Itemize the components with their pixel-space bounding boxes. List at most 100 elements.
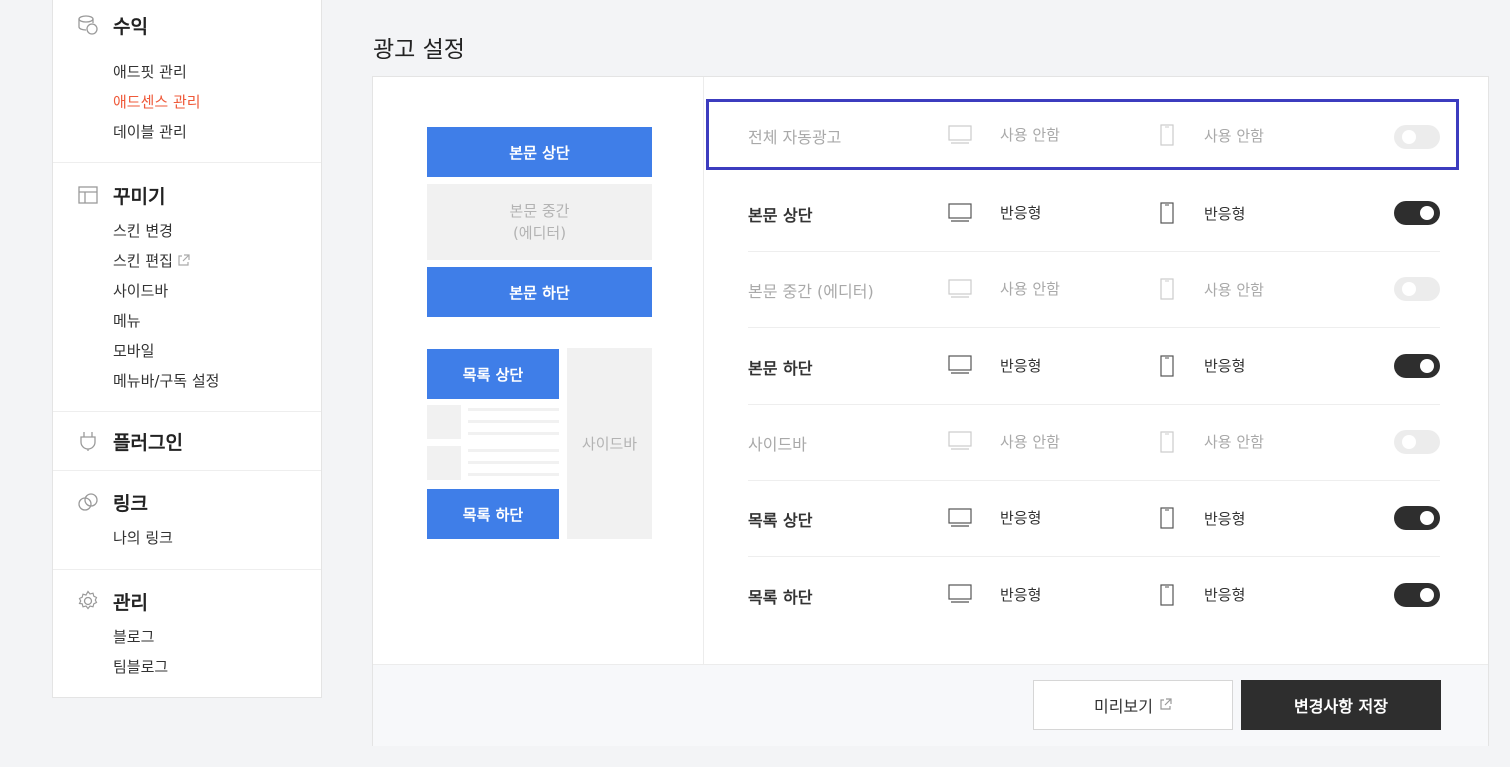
page-title: 광고 설정: [373, 37, 465, 63]
mobile-setting[interactable]: 반응형: [1160, 354, 1246, 377]
mobile-setting-label: 사용 안함: [1204, 433, 1264, 452]
enable-toggle[interactable]: [1394, 582, 1440, 607]
menu-mobile[interactable]: 모바일: [113, 340, 154, 361]
preview-body-bottom: 본문 하단: [427, 267, 652, 317]
section-revenue: 수익 애드핏 관리 애드센스 관리 데이블 관리: [53, 0, 321, 162]
preview-line: [468, 432, 559, 435]
mobile-setting[interactable]: 반응형: [1160, 583, 1246, 606]
pc-setting-label: 반응형: [1000, 204, 1042, 222]
section-title: 수익: [113, 15, 148, 38]
phone-icon: [1160, 507, 1188, 529]
phone-icon: [1160, 354, 1188, 377]
mobile-setting-label: 반응형: [1204, 586, 1246, 604]
pc-setting-label: 반응형: [1000, 356, 1042, 375]
menu-dable[interactable]: 데이블 관리: [113, 121, 187, 142]
preview-line: [468, 461, 559, 464]
save-button[interactable]: 변경사항 저장: [1241, 680, 1441, 730]
menu-sidebar[interactable]: 사이드바: [113, 280, 168, 301]
ad-slot-name: 목록 상단: [748, 511, 813, 531]
monitor-icon: [948, 508, 986, 528]
menu-skin-edit[interactable]: 스킨 편집: [113, 250, 190, 271]
toggle-knob: [1402, 434, 1416, 449]
pc-setting-label: 사용 안함: [1000, 126, 1060, 144]
enable-toggle[interactable]: [1394, 353, 1440, 378]
mobile-setting-label: 반응형: [1204, 204, 1246, 223]
ad-slot-name: 목록 하단: [748, 587, 813, 607]
section-header-revenue[interactable]: 수익: [77, 12, 148, 38]
section-customize: 꾸미기 스킨 변경 스킨 편집 사이드바 메뉴 모바일 메뉴바/구독 설정: [53, 162, 321, 411]
mobile-setting[interactable]: 사용 안함: [1160, 124, 1264, 146]
section-header-customize[interactable]: 꾸미기: [77, 182, 165, 208]
menu-menubar[interactable]: 메뉴바/구독 설정: [113, 370, 219, 391]
mobile-setting-label: 반응형: [1204, 357, 1246, 376]
pc-setting[interactable]: 반응형: [948, 355, 1041, 376]
ad-slot-row: 목록 상단 반응형 반응형: [748, 481, 1440, 558]
phone-icon: [1160, 124, 1188, 146]
ad-slot-row: 전체 자동광고 사용 안함 사용 안함: [748, 100, 1440, 170]
menu-adsense[interactable]: 애드센스 관리: [113, 91, 201, 112]
sidebar: 수익 애드핏 관리 애드센스 관리 데이블 관리 꾸미기 스킨 변경 스킨 편집…: [52, 0, 322, 698]
pc-setting[interactable]: 반응형: [948, 584, 1041, 605]
preview-thumbnail: [427, 446, 461, 480]
monitor-icon: [948, 202, 986, 223]
plug-icon: [77, 430, 99, 452]
preview-line: [468, 449, 559, 452]
phone-icon: [1160, 278, 1188, 300]
section-header-link[interactable]: 링크: [77, 489, 148, 515]
preview-list-bottom: 목록 하단: [427, 489, 559, 539]
section-manage: 관리 블로그 팀블로그: [53, 569, 321, 698]
menu-team-blog[interactable]: 팀블로그: [113, 656, 168, 677]
menu-skin-edit-label: 스킨 편집: [113, 252, 173, 270]
preview-line: [468, 420, 559, 423]
preview-list-top: 목록 상단: [427, 349, 559, 399]
toggle-knob: [1420, 206, 1434, 220]
toggle-knob: [1402, 130, 1416, 144]
mobile-setting-label: 사용 안함: [1204, 280, 1264, 299]
enable-toggle[interactable]: [1394, 429, 1440, 454]
preview-body-middle-line2: (에디터): [512, 224, 567, 242]
section-plugin: 플러그인: [53, 411, 321, 470]
menu-blog[interactable]: 블로그: [113, 626, 154, 647]
coins-icon: [77, 14, 99, 36]
pc-setting[interactable]: 사용 안함: [948, 431, 1060, 452]
enable-toggle[interactable]: [1394, 277, 1440, 302]
preview-body-middle-line1: 본문 중간: [509, 202, 570, 220]
preview-line: [468, 473, 559, 476]
pc-setting[interactable]: 사용 안함: [948, 278, 1060, 299]
mobile-setting[interactable]: 반응형: [1160, 507, 1245, 529]
mobile-setting[interactable]: 사용 안함: [1160, 278, 1264, 300]
pc-setting[interactable]: 반응형: [948, 202, 1041, 223]
menu-my-link[interactable]: 나의 링크: [113, 527, 173, 548]
enable-toggle[interactable]: [1394, 506, 1440, 531]
pc-setting[interactable]: 반응형: [948, 507, 1041, 528]
phone-icon: [1160, 202, 1188, 224]
toggle-knob: [1420, 358, 1434, 373]
preview-button[interactable]: 미리보기: [1033, 680, 1233, 730]
menu-adfit[interactable]: 애드핏 관리: [113, 61, 187, 82]
pc-setting[interactable]: 사용 안함: [948, 124, 1060, 145]
monitor-icon: [948, 355, 986, 375]
menu-skin-change[interactable]: 스킨 변경: [113, 220, 173, 241]
toggle-knob: [1420, 511, 1434, 526]
toggle-knob: [1402, 282, 1416, 297]
toggle-knob: [1420, 587, 1434, 602]
ad-slot-name: 본문 중간 (에디터): [748, 282, 874, 302]
external-link-icon: [177, 253, 190, 271]
mobile-setting-label: 사용 안함: [1204, 126, 1264, 145]
enable-toggle[interactable]: [1394, 125, 1440, 149]
enable-toggle[interactable]: [1394, 201, 1440, 225]
ad-slot-name: 사이드바: [748, 434, 807, 454]
link-icon: [77, 491, 99, 513]
section-header-manage[interactable]: 관리: [77, 588, 148, 614]
pc-setting-label: 사용 안함: [1000, 280, 1060, 299]
mobile-setting[interactable]: 반응형: [1160, 202, 1245, 224]
section-title: 플러그인: [113, 431, 183, 454]
preview-body-top: 본문 상단: [427, 127, 652, 177]
mobile-setting[interactable]: 사용 안함: [1160, 431, 1264, 453]
menu-menu[interactable]: 메뉴: [113, 310, 141, 331]
ad-slot-name: 전체 자동광고: [748, 128, 842, 147]
ad-slot-name: 본문 상단: [748, 206, 813, 225]
pc-setting-label: 반응형: [1000, 585, 1042, 604]
monitor-icon: [948, 431, 986, 451]
section-header-plugin[interactable]: 플러그인: [77, 428, 183, 454]
